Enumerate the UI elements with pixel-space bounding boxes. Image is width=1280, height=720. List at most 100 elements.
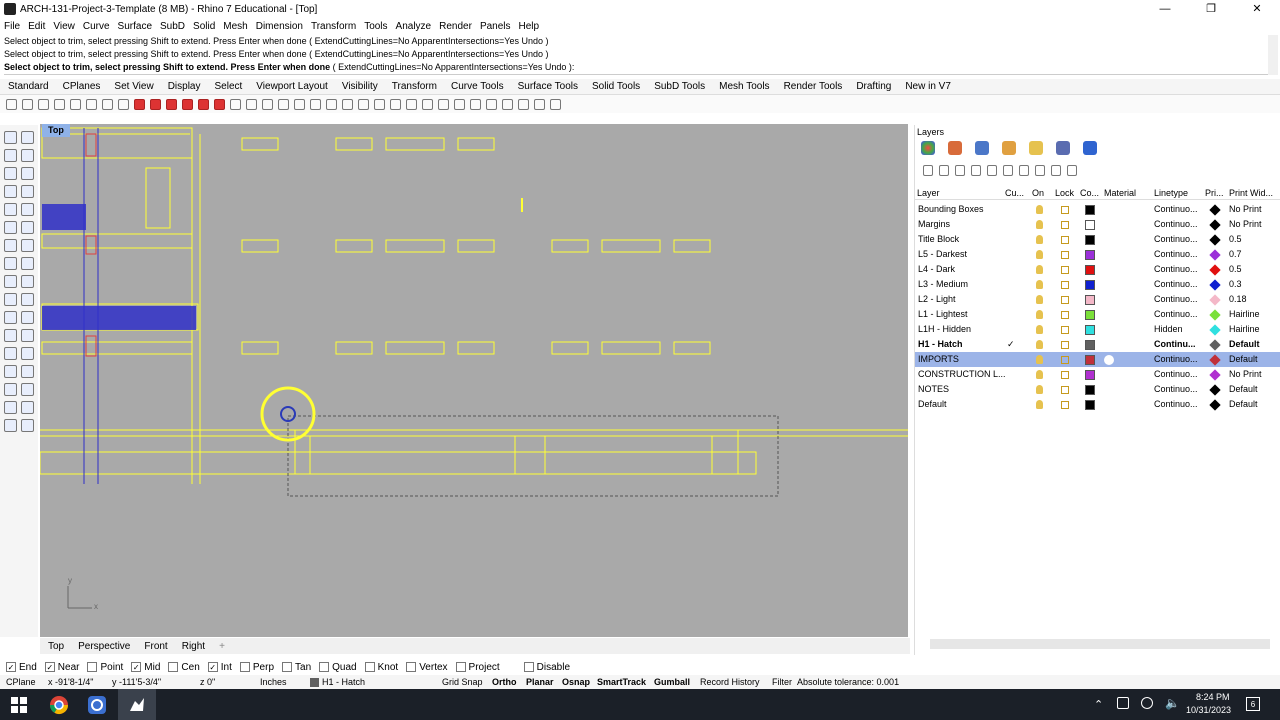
- libraries-panel-icon[interactable]: [1029, 141, 1043, 155]
- checkbox-icon[interactable]: [168, 662, 179, 672]
- layer-name[interactable]: Default: [918, 399, 947, 409]
- copy-tool-icon[interactable]: [21, 329, 34, 342]
- osnap-toggle[interactable]: Osnap: [562, 677, 590, 687]
- command-scrollbar[interactable]: [1268, 35, 1278, 75]
- layer-linetype[interactable]: Continuo...: [1154, 399, 1198, 409]
- print-color-diamond-icon[interactable]: [1209, 249, 1221, 261]
- osnap-knot[interactable]: Knot: [364, 662, 398, 673]
- layer-name[interactable]: Title Block: [918, 234, 959, 244]
- print-color-diamond-icon[interactable]: [1209, 204, 1221, 216]
- layer-linetype[interactable]: Continu...: [1154, 339, 1196, 349]
- grid-icon[interactable]: [470, 98, 481, 110]
- col-layer[interactable]: Layer: [917, 188, 940, 198]
- view-tab-perspective[interactable]: Perspective: [78, 641, 130, 652]
- close-button[interactable]: ✕: [1234, 0, 1280, 18]
- arc-icon[interactable]: [21, 167, 34, 180]
- zoom-selected-icon[interactable]: [70, 98, 81, 110]
- delete-layer-icon[interactable]: [955, 165, 965, 176]
- layer-linetype[interactable]: Continuo...: [1154, 279, 1198, 289]
- menu-edit[interactable]: Edit: [28, 21, 45, 32]
- move-out-icon[interactable]: [1003, 165, 1013, 176]
- layer-print-width[interactable]: Default: [1229, 384, 1258, 394]
- filter-toggle[interactable]: Filter: [772, 677, 792, 687]
- material-icon[interactable]: [326, 98, 337, 110]
- ellipse-icon[interactable]: [4, 203, 17, 216]
- layer-color-swatch[interactable]: [1085, 370, 1095, 380]
- osnap-tan[interactable]: Tan: [282, 662, 311, 673]
- sphere-tool-icon[interactable]: [21, 239, 34, 252]
- osnap-project[interactable]: Project: [455, 662, 500, 673]
- layer-row[interactable]: L1H - Hidden Hidden Hairline: [915, 322, 1280, 337]
- layer-name[interactable]: NOTES: [918, 384, 949, 394]
- layer-on-bulb-icon[interactable]: [1036, 400, 1043, 409]
- match-icon[interactable]: [294, 98, 305, 110]
- print-color-diamond-icon[interactable]: [1209, 339, 1221, 351]
- tab-set-view[interactable]: Set View: [114, 81, 153, 92]
- render-tool-icon[interactable]: [4, 401, 17, 414]
- layers-hscrollbar[interactable]: [930, 639, 1270, 649]
- layer-on-bulb-icon[interactable]: [1036, 235, 1043, 244]
- checkbox-icon[interactable]: ✓: [131, 662, 142, 672]
- osnap-vertex[interactable]: Vertex: [406, 662, 448, 673]
- tab-transform[interactable]: Transform: [392, 81, 437, 92]
- mirror-icon[interactable]: [21, 311, 34, 324]
- extrude-icon[interactable]: [4, 257, 17, 270]
- layer-lock-icon[interactable]: [1061, 296, 1069, 304]
- mesh-tool-icon[interactable]: [4, 419, 17, 432]
- osnap-icon[interactable]: [358, 98, 369, 110]
- app-taskbar-icon[interactable]: [87, 695, 107, 715]
- render-icon[interactable]: [230, 98, 241, 110]
- paste-icon[interactable]: [278, 98, 289, 110]
- layer-color-swatch[interactable]: [1085, 400, 1095, 410]
- layer-linetype[interactable]: Continuo...: [1154, 249, 1198, 259]
- boolean-icon[interactable]: [21, 257, 34, 270]
- layer-on-bulb-icon[interactable]: [1036, 265, 1043, 274]
- layer-print-width[interactable]: 0.18: [1229, 294, 1247, 304]
- layer-color-swatch[interactable]: [1085, 355, 1095, 365]
- layer-row[interactable]: L5 - Darkest Continuo... 0.7: [915, 247, 1280, 262]
- layer-print-width[interactable]: No Print: [1229, 369, 1262, 379]
- print-color-diamond-icon[interactable]: [1209, 294, 1221, 306]
- layer-row[interactable]: Default Continuo... Default: [915, 397, 1280, 412]
- view-tab-right[interactable]: Right: [182, 641, 205, 652]
- menu-panels[interactable]: Panels: [480, 21, 511, 32]
- zoom-window-icon[interactable]: [38, 98, 49, 110]
- tab-select[interactable]: Select: [215, 81, 243, 92]
- notification-center-icon[interactable]: 6: [1246, 697, 1260, 711]
- circle-icon[interactable]: [550, 98, 561, 110]
- checkbox-icon[interactable]: [406, 662, 417, 672]
- layer-color-swatch[interactable]: [1085, 295, 1095, 305]
- analyze-icon[interactable]: [21, 383, 34, 396]
- layer-color-swatch[interactable]: [1085, 205, 1095, 215]
- layer-print-width[interactable]: 0.7: [1229, 249, 1242, 259]
- layer-color-swatch[interactable]: [1085, 280, 1095, 290]
- layers-panel-icon[interactable]: [948, 141, 962, 155]
- menu-help[interactable]: Help: [519, 21, 540, 32]
- tab-solid-tools[interactable]: Solid Tools: [592, 81, 640, 92]
- rectangle-icon[interactable]: [21, 185, 34, 198]
- layer-name[interactable]: Margins: [918, 219, 950, 229]
- layer-on-bulb-icon[interactable]: [1036, 325, 1043, 334]
- checkbox-icon[interactable]: ✓: [44, 662, 55, 672]
- layer-color-swatch[interactable]: [1085, 235, 1095, 245]
- show-icon[interactable]: [166, 98, 177, 110]
- layer-on-bulb-icon[interactable]: [1036, 220, 1043, 229]
- print-color-diamond-icon[interactable]: [1209, 384, 1221, 396]
- layer-lock-icon[interactable]: [1061, 221, 1069, 229]
- menu-render[interactable]: Render: [439, 21, 472, 32]
- offset-icon[interactable]: [4, 221, 17, 234]
- checkbox-icon[interactable]: [87, 662, 98, 672]
- unlock-icon[interactable]: [198, 98, 209, 110]
- layer-on-bulb-icon[interactable]: [1036, 310, 1043, 319]
- layer-name[interactable]: L4 - Dark: [918, 264, 955, 274]
- print-color-diamond-icon[interactable]: [1209, 369, 1221, 381]
- light-icon[interactable]: [438, 98, 449, 110]
- curve-icon[interactable]: [502, 98, 513, 110]
- tab-display[interactable]: Display: [168, 81, 201, 92]
- col-print-width[interactable]: Print Wid...: [1229, 188, 1273, 198]
- layer-linetype[interactable]: Continuo...: [1154, 264, 1198, 274]
- layer-lock-icon[interactable]: [1061, 311, 1069, 319]
- print-color-diamond-icon[interactable]: [1209, 399, 1221, 411]
- rhino-taskbar-button[interactable]: [118, 689, 156, 720]
- checkbox-icon[interactable]: ✓: [6, 662, 16, 672]
